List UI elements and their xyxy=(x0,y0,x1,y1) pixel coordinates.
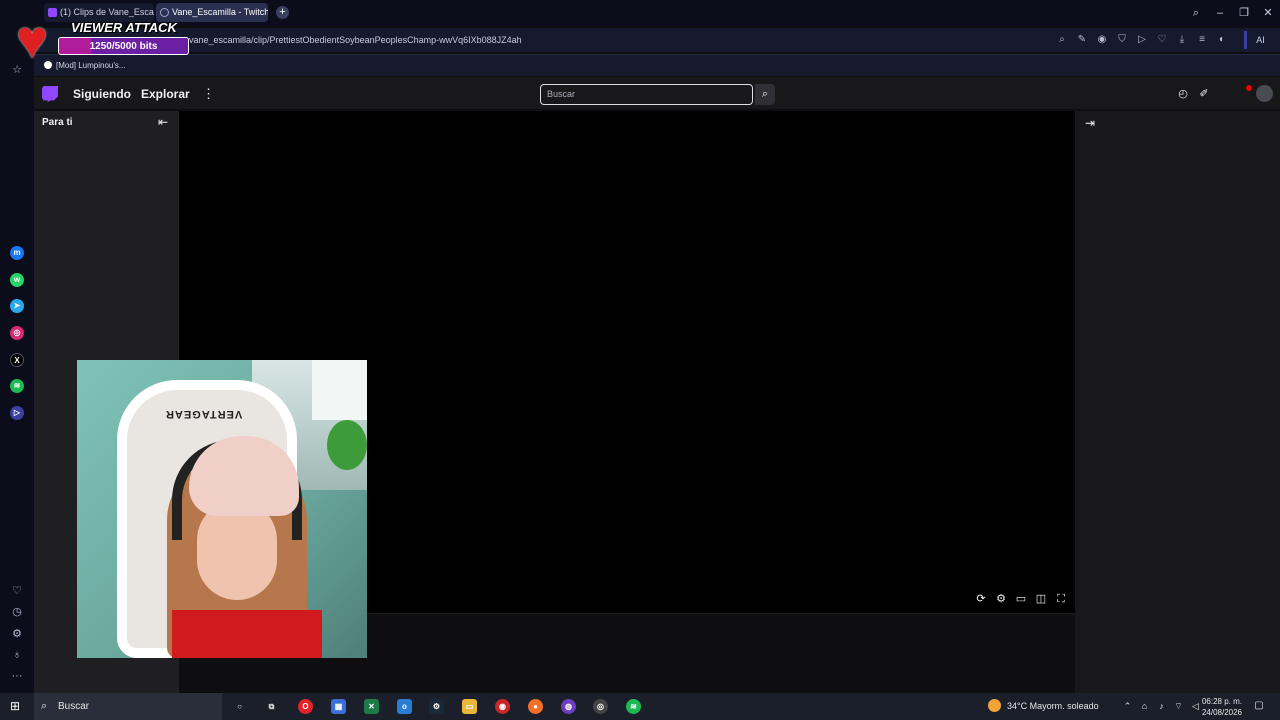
player-icon[interactable]: ▷ xyxy=(10,406,24,420)
ai-button[interactable]: AI xyxy=(1244,31,1274,49)
shield-icon[interactable]: ⛉ xyxy=(1114,32,1130,48)
download-icon[interactable]: ⤓ xyxy=(1174,32,1190,48)
notification-dot xyxy=(1246,85,1252,91)
webcam-plush xyxy=(327,420,367,470)
system-tray: ⌃ ⌂ ♪ ⌔ ◁ xyxy=(1120,693,1203,720)
url-field[interactable]: vane_escamilla/clip/PrettiestObedientSoy… xyxy=(189,28,522,52)
cortana-icon[interactable]: ○ xyxy=(232,699,247,714)
twitch-topnav: Siguiendo Explorar ⋮ Buscar ⌕ ◴ ✐ xyxy=(34,77,1280,110)
weather-sun-icon xyxy=(988,699,1001,712)
clock-date: 24/08/2026 xyxy=(1201,708,1243,717)
notifications-icon[interactable]: ◴ xyxy=(1175,86,1191,102)
bits-progress-label: 1250/5000 bits xyxy=(89,41,158,52)
taskbar: ⊞ ⌕ Buscar ○ ⧉ O ▦ ✕ o ⚙ ▭ ◉ ● ◍ ◎ ≋ 34°C… xyxy=(0,693,1280,720)
store-icon[interactable]: ▦ xyxy=(331,699,346,714)
more-menu-icon[interactable]: ⋮ xyxy=(202,77,215,110)
edit-icon[interactable]: ✎ xyxy=(1074,32,1090,48)
nav-following[interactable]: Siguiendo xyxy=(73,77,131,111)
extension-icon[interactable]: ✐ xyxy=(1196,86,1212,102)
spotify-icon[interactable]: ≋ xyxy=(10,379,24,393)
fullscreen-icon[interactable]: ⛶ xyxy=(1053,591,1069,607)
theatre-mode-icon[interactable]: ▭ xyxy=(1013,591,1029,607)
viewer-attack-widget: VIEWER ATTACK 1250/5000 bits ♥ xyxy=(16,10,196,70)
taskbar-search-label: Buscar xyxy=(58,701,90,712)
new-tab-button[interactable]: + xyxy=(276,6,289,19)
address-bar: vane_escamilla/clip/PrettiestObedientSoy… xyxy=(34,28,1280,52)
search-input[interactable]: Buscar xyxy=(540,84,753,105)
instagram-icon[interactable]: ◎ xyxy=(10,326,24,340)
weather-widget[interactable]: 34°C Mayorm. soleado xyxy=(988,693,1099,720)
lightbulb-icon[interactable]: ♁ xyxy=(9,647,25,663)
weather-label: 34°C Mayorm. soleado xyxy=(1007,701,1099,711)
heart-icon: ♥ xyxy=(16,10,49,70)
system-clock[interactable]: 06:28 p. m. 24/08/2026 xyxy=(1198,696,1246,718)
chevron-up-icon[interactable]: ⌃ xyxy=(1120,693,1135,720)
expand-chat-icon[interactable]: ⇥ xyxy=(1085,116,1095,130)
profile-icon[interactable]: ◐ xyxy=(1214,32,1230,48)
bits-progress-bar: 1250/5000 bits xyxy=(58,37,189,55)
heart-icon[interactable]: ♡ xyxy=(1154,32,1170,48)
spotify-taskbar-icon[interactable]: ≋ xyxy=(626,699,641,714)
network-icon[interactable]: ⌂ xyxy=(1137,693,1152,720)
sidebar-icon[interactable]: ◫ xyxy=(1033,591,1049,607)
opera-icon[interactable]: O xyxy=(298,699,313,714)
refresh-icon[interactable]: ⟳ xyxy=(973,591,989,607)
camera-icon[interactable]: ◉ xyxy=(1094,32,1110,48)
find-icon[interactable]: ⌕ xyxy=(1054,32,1070,48)
webcam-overlay: VERTAGEAR xyxy=(77,360,367,658)
telegram-icon[interactable]: ➤ xyxy=(10,299,24,313)
menu-icon[interactable]: ≡ xyxy=(1194,32,1210,48)
twitch-logo-icon[interactable] xyxy=(42,86,58,102)
tab-search-icon[interactable]: ⌕ xyxy=(1184,0,1208,26)
opera-sidebar: ☆ m w ➤ ◎ X ≋ ▷ ♡ ◷ ⚙ ♁ ··· xyxy=(0,26,34,693)
play-icon[interactable]: ▷ xyxy=(1134,32,1150,48)
messenger-icon[interactable]: m xyxy=(10,246,24,260)
notification-center-icon[interactable]: ▢ xyxy=(1252,699,1266,713)
webcam-window xyxy=(312,360,367,420)
clock-time: 06:28 p. m. xyxy=(1201,697,1243,706)
collapse-sidebar-icon[interactable]: ⇤ xyxy=(158,115,168,129)
settings-icon[interactable]: ⚙ xyxy=(9,626,25,642)
discord-icon[interactable]: ◍ xyxy=(561,699,576,714)
x-icon[interactable]: X xyxy=(10,353,24,367)
avatar[interactable] xyxy=(1256,85,1273,102)
sidebar-title: Para ti xyxy=(42,117,73,128)
webcam-shirt xyxy=(172,610,322,658)
wifi-icon[interactable]: ⌔ xyxy=(1171,693,1186,720)
windows-start-icon[interactable]: ⊞ xyxy=(8,699,22,713)
restore-button[interactable]: ❐ xyxy=(1232,0,1256,26)
viewer-attack-title: VIEWER ATTACK xyxy=(71,20,177,35)
whatsapp-icon[interactable]: w xyxy=(10,273,24,287)
history-icon[interactable]: ◷ xyxy=(9,604,25,620)
steam-icon[interactable]: ⚙ xyxy=(429,699,444,714)
obs-icon[interactable]: ◎ xyxy=(593,699,608,714)
outlook-icon[interactable]: o xyxy=(397,699,412,714)
settings-icon[interactable]: ⚙ xyxy=(993,591,1009,607)
more-icon[interactable]: ··· xyxy=(9,668,25,684)
chair-logo: VERTAGEAR xyxy=(165,408,243,420)
bookmarks-bar: [Mod] Lumpinou's... xyxy=(34,54,1280,76)
app-red-icon[interactable]: ◉ xyxy=(495,699,510,714)
firefox-icon[interactable]: ● xyxy=(528,699,543,714)
taskbar-search[interactable]: ⌕ Buscar xyxy=(34,693,222,720)
file-explorer-icon[interactable]: ▭ xyxy=(462,699,477,714)
search-button[interactable]: ⌕ xyxy=(755,84,775,105)
minimize-button[interactable]: – xyxy=(1208,0,1232,26)
search-icon: ⌕ xyxy=(41,700,48,712)
xbox-icon[interactable]: ✕ xyxy=(364,699,379,714)
close-button[interactable]: ✕ xyxy=(1256,0,1280,26)
task-view-icon[interactable]: ⧉ xyxy=(264,699,279,714)
microphone-icon[interactable]: ♪ xyxy=(1154,693,1169,720)
heart-icon[interactable]: ♡ xyxy=(9,583,25,599)
chat-column: ⇥ xyxy=(1075,111,1280,693)
nav-explore[interactable]: Explorar xyxy=(141,77,190,111)
